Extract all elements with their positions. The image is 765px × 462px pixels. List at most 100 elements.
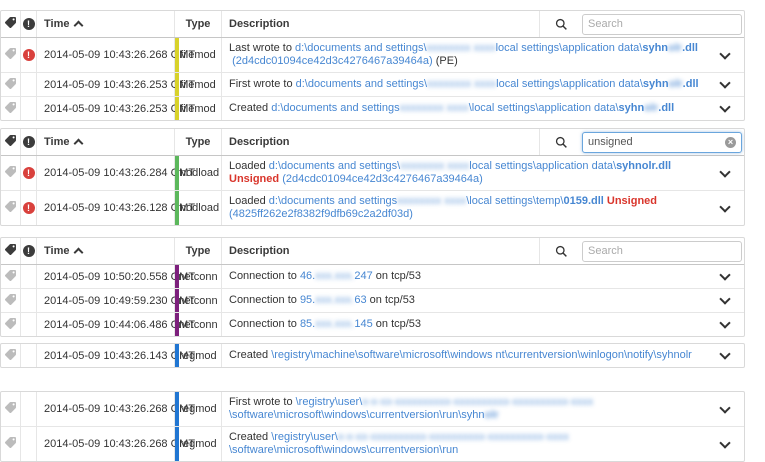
tag-icon[interactable]: [5, 102, 16, 116]
event-type-label: regmod: [179, 438, 216, 450]
event-type-color-bar: [175, 313, 179, 336]
row-tag-cell: [1, 73, 21, 96]
filename-link[interactable]: syhnolr.dll: [616, 160, 671, 173]
path-link[interactable]: (4825ff262e2f8382f9dfb69c2a2df03d): [229, 208, 413, 221]
path-link[interactable]: (2d4cdc01094ce42d3c4276467a39464a): [232, 55, 433, 68]
alert-icon: !: [23, 202, 35, 214]
row-alert-cell: [21, 344, 37, 367]
chevron-down-icon[interactable]: [719, 48, 730, 59]
event-description: Loaded d:\documents and settings\xxxxxxx…: [222, 156, 706, 190]
event-type: filemod: [175, 38, 222, 72]
path-link[interactable]: \registry\user\: [296, 396, 363, 409]
sort-ascending-icon: [74, 21, 84, 31]
chevron-down-icon[interactable]: [719, 348, 730, 359]
path-link[interactable]: 95.: [300, 294, 315, 307]
sort-ascending-icon: [74, 139, 84, 149]
header-tag-column: [1, 11, 21, 37]
search-input[interactable]: [582, 132, 742, 153]
tag-icon[interactable]: [5, 166, 16, 180]
search-cell: ×: [582, 129, 744, 155]
chevron-down-icon[interactable]: [719, 402, 730, 413]
table-header-row: !TimeTypeDescription: [1, 11, 744, 38]
path-link[interactable]: d:\documents and settings\: [295, 42, 426, 55]
path-link[interactable]: local settings\application data\: [496, 42, 643, 55]
path-link[interactable]: d:\documents and settings: [271, 102, 399, 115]
filename-link[interactable]: syhn: [643, 78, 669, 91]
event-type-label: netconn: [178, 295, 217, 307]
event-time: 2014-05-09 10:44:06.486 GMT: [37, 313, 175, 336]
filename-link[interactable]: 0159.dll: [563, 195, 603, 208]
path-link[interactable]: 85.: [300, 318, 315, 331]
path-link[interactable]: 63: [354, 294, 366, 307]
clear-search-icon[interactable]: ×: [725, 137, 736, 148]
row-tag-cell: [1, 427, 21, 461]
path-link[interactable]: d:\documents and settings\: [296, 78, 427, 91]
event-description: Created \registry\user\x-x-xx-xxxxxxxxxx…: [222, 427, 706, 461]
chevron-down-icon[interactable]: [719, 166, 730, 177]
chevron-down-icon[interactable]: [719, 269, 730, 280]
row-alert-cell: [21, 289, 37, 312]
path-link[interactable]: (2d4cdc01094ce42d3c4276467a39464a): [282, 173, 483, 186]
tag-icon[interactable]: [5, 201, 16, 215]
chevron-down-icon[interactable]: [719, 201, 730, 212]
tag-icon[interactable]: [5, 318, 16, 332]
event-row: 2014-05-09 10:49:59.230 GMTnetconnConnec…: [1, 288, 744, 312]
event-type: modload: [175, 191, 222, 225]
tag-icon[interactable]: [5, 437, 16, 451]
description-text: Created: [229, 431, 271, 444]
event-type: regmod: [175, 427, 222, 461]
tag-icon[interactable]: [5, 294, 16, 308]
description-column-header: Description: [222, 129, 539, 155]
event-type-color-bar: [175, 156, 179, 190]
table-header-row: !TimeTypeDescription×: [1, 129, 744, 156]
tag-icon[interactable]: [5, 349, 16, 363]
filename-link[interactable]: .dll: [658, 102, 674, 115]
path-link[interactable]: 46.: [300, 270, 315, 283]
tag-icon[interactable]: [5, 270, 16, 284]
tag-icon[interactable]: [5, 402, 16, 416]
filename-link[interactable]: syhn: [642, 42, 668, 55]
time-column-header[interactable]: Time: [37, 129, 175, 155]
event-time: 2014-05-09 10:43:26.284 GMT: [37, 156, 175, 190]
path-link[interactable]: \software\microsoft\windows\currentversi…: [229, 444, 458, 457]
path-link[interactable]: d:\documents and settings: [269, 195, 397, 208]
header-alert-column: !: [21, 238, 37, 264]
redacted-text: xxxxxxxx xxxx: [397, 195, 466, 208]
filename-link[interactable]: .dll: [682, 42, 698, 55]
event-description: First wrote to \registry\user\x-x-xx-xxx…: [222, 392, 706, 426]
row-tag-cell: [1, 265, 21, 288]
path-link[interactable]: \software\microsoft\windows\currentversi…: [229, 409, 485, 422]
chevron-down-icon[interactable]: [719, 293, 730, 304]
type-column-header: Type: [175, 129, 222, 155]
event-type: netconn: [175, 313, 222, 336]
filename-link[interactable]: syhn: [619, 102, 645, 115]
path-link[interactable]: \registry\machine\software\microsoft\win…: [271, 349, 692, 362]
search-input[interactable]: [582, 241, 742, 262]
expand-cell: [706, 191, 744, 225]
path-link[interactable]: \registry\user\: [271, 431, 338, 444]
description-text: Last wrote to: [229, 42, 295, 55]
path-link[interactable]: local settings\application data\: [469, 160, 616, 173]
event-time: 2014-05-09 10:50:20.558 GMT: [37, 265, 175, 288]
event-time: 2014-05-09 10:43:26.268 GMT: [37, 38, 175, 72]
chevron-down-icon[interactable]: [719, 77, 730, 88]
path-link[interactable]: local settings\application data\: [496, 78, 643, 91]
search-input[interactable]: [582, 14, 742, 35]
path-link[interactable]: d:\documents and settings\: [269, 160, 400, 173]
search-icon: [555, 136, 568, 149]
chevron-down-icon[interactable]: [719, 317, 730, 328]
chevron-down-icon[interactable]: [719, 437, 730, 448]
tag-icon[interactable]: [5, 78, 16, 92]
event-type-label: regmod: [179, 403, 216, 415]
chevron-down-icon[interactable]: [719, 101, 730, 112]
path-link[interactable]: \local settings\application data\: [469, 102, 619, 115]
filename-link[interactable]: .dll: [683, 78, 699, 91]
path-link[interactable]: 145: [354, 318, 372, 331]
event-type-color-bar: [175, 191, 179, 225]
path-link[interactable]: \local settings\temp\: [466, 195, 563, 208]
time-column-header[interactable]: Time: [37, 238, 175, 264]
tag-icon[interactable]: [5, 48, 16, 62]
sort-ascending-icon: [74, 248, 84, 258]
path-link[interactable]: 247: [354, 270, 372, 283]
time-column-header[interactable]: Time: [37, 11, 175, 37]
